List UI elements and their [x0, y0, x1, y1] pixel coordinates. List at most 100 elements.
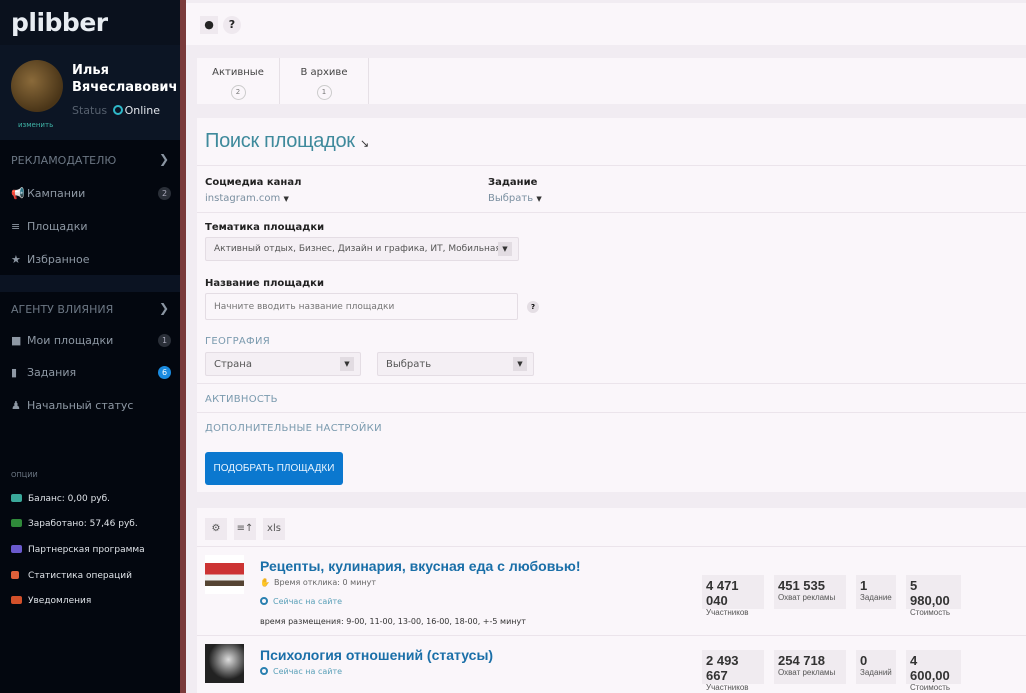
option-stats[interactable]: Статистика операций	[11, 571, 132, 581]
status-value: Online	[124, 104, 161, 117]
label: Участников	[706, 683, 749, 692]
task-value: Выбрать	[488, 193, 534, 204]
dropdown-arrow-icon: ▼	[340, 357, 354, 371]
country-select[interactable]: Страна ▼	[205, 352, 361, 376]
find-platforms-button[interactable]: ПОДОБРАТЬ ПЛОЩАДКИ	[205, 452, 343, 485]
topic-value: Активный отдых, Бизнес, Дизайн и графика…	[214, 244, 501, 254]
section-agent[interactable]: АГЕНТУ ВЛИЯНИЯ ❯	[11, 301, 169, 316]
sort-icon: ≡↑	[236, 523, 254, 534]
sidebar-item-campaigns[interactable]: 📢 Кампании 2	[11, 187, 171, 200]
sidebar: plibber изменить Илья Вячеславович Status…	[0, 0, 180, 693]
option-balance[interactable]: Баланс: 0,00 руб.	[11, 494, 110, 504]
last-name: Вячеславович	[72, 80, 178, 95]
option-earned[interactable]: Заработано: 57,46 руб.	[11, 519, 138, 529]
badge: 2	[158, 187, 171, 200]
stat-price: 4 600,00 Стоимость	[906, 650, 961, 692]
label: Задание	[860, 593, 892, 602]
task-dropdown[interactable]: Выбрать ▼	[488, 193, 542, 204]
section-advertiser[interactable]: РЕКЛАМОДАТЕЛЮ ❯	[11, 152, 169, 167]
geography-label: ГЕОГРАФИЯ	[205, 336, 270, 347]
response-text: Время отклика: 0 минут	[273, 578, 377, 587]
value: 5 980,00	[910, 578, 950, 608]
platform-title[interactable]: Психология отношений (статусы)	[260, 647, 493, 663]
pin-button[interactable]: ●	[200, 16, 218, 34]
avatar[interactable]	[11, 60, 63, 112]
topic-select[interactable]: Активный отдых, Бизнес, Дизайн и графика…	[205, 237, 519, 261]
divider	[0, 275, 180, 292]
money-bag-icon	[11, 571, 19, 579]
value: 4 600,00	[910, 653, 950, 683]
settings-button[interactable]: ⚙	[205, 518, 227, 540]
wallet-icon	[11, 494, 22, 502]
label: Баланс: 0,00 руб.	[28, 494, 111, 504]
sidebar-item-tasks[interactable]: ▮ Задания 6	[11, 366, 171, 379]
label: Заработано: 57,46 руб.	[28, 519, 138, 529]
label: Площадки	[27, 220, 88, 233]
tab-active[interactable]: Активные 2	[197, 58, 280, 104]
stat-price: 5 980,00 Стоимость	[906, 575, 961, 617]
stat-reach: 451 535 Охват рекламы	[774, 575, 846, 609]
sidebar-item-my-platforms[interactable]: ■ Мои площадки 1	[11, 334, 171, 347]
online-text: Сейчас на сайте	[273, 667, 343, 676]
profile: изменить Илья Вячеславович Status Online	[0, 45, 180, 140]
divider	[197, 383, 1026, 384]
label: Уведомления	[28, 596, 92, 606]
label: Избранное	[27, 253, 90, 266]
label: Статистика операций	[28, 571, 132, 581]
chevron-down-icon: ❯	[158, 152, 169, 166]
help-button[interactable]: ?	[223, 16, 241, 34]
sidebar-item-initial-status[interactable]: ♟ Начальный статус	[11, 399, 171, 412]
pin-icon: ●	[204, 18, 214, 31]
platform-thumbnail[interactable]	[205, 555, 244, 594]
collapse-arrow-icon[interactable]: ↘	[360, 138, 369, 150]
value: 451 535	[778, 578, 825, 593]
megaphone-icon: 📢	[11, 187, 25, 200]
channel-label: Соцмедиа канал	[205, 177, 302, 188]
logo[interactable]: plibber	[0, 0, 180, 45]
value: 4 471 040	[706, 578, 739, 608]
channel-dropdown[interactable]: instagram.com ▼	[205, 193, 289, 204]
activity-toggle[interactable]: АКТИВНОСТЬ	[205, 394, 278, 405]
tab-label: Активные	[212, 67, 264, 78]
export-xls-button[interactable]: xls	[263, 518, 285, 540]
topbar: ● ?	[186, 3, 1026, 45]
label: Участников	[706, 608, 749, 617]
title-text: Поиск площадок	[205, 130, 355, 152]
sidebar-item-favorites[interactable]: ★ Избранное	[11, 253, 171, 266]
tab-count: 2	[230, 85, 246, 100]
change-avatar-link[interactable]: изменить	[18, 121, 53, 129]
badge: 6	[158, 366, 171, 379]
advanced-settings-toggle[interactable]: ДОПОЛНИТЕЛЬНЫЕ НАСТРОЙКИ	[205, 423, 382, 434]
online-icon	[260, 597, 268, 605]
option-notifications[interactable]: Уведомления	[11, 596, 91, 606]
platform-thumbnail[interactable]	[205, 644, 244, 683]
divider	[197, 412, 1026, 413]
online-icon	[112, 105, 123, 115]
region-select[interactable]: Выбрать ▼	[377, 352, 534, 376]
platform-name-input[interactable]	[205, 293, 518, 320]
stat-tasks: 0 Заданий	[856, 650, 896, 684]
search-panel: Поиск площадок ↘ Соцмедиа канал instagra…	[197, 118, 1026, 492]
gear-icon: ⚙	[211, 523, 221, 534]
label: Задания	[27, 366, 77, 379]
options-title: ОПЦИИ	[11, 471, 38, 479]
stat-members: 4 471 040 Участников	[702, 575, 764, 617]
label: Партнерская программа	[28, 545, 145, 555]
country-value: Страна	[214, 359, 252, 370]
platform-title[interactable]: Рецепты, кулинария, вкусная еда с любовь…	[260, 558, 581, 574]
label: Охват рекламы	[778, 593, 836, 602]
value: 0	[860, 653, 868, 668]
dropdown-arrow-icon: ▼	[498, 242, 512, 256]
tab-archive[interactable]: В архиве 1	[280, 58, 369, 104]
status: Status Online	[72, 104, 160, 117]
label: Стоимость	[910, 683, 951, 692]
divider	[197, 165, 1026, 166]
value: 2 493 667	[706, 653, 739, 683]
sort-button[interactable]: ≡↑	[234, 518, 256, 540]
option-partner[interactable]: Партнерская программа	[11, 545, 145, 555]
money-icon	[11, 519, 22, 527]
help-icon[interactable]: ?	[527, 301, 539, 313]
label: Заданий	[860, 668, 892, 677]
tab-count: 1	[316, 85, 332, 100]
sidebar-item-platforms[interactable]: ≡ Площадки	[11, 220, 171, 233]
